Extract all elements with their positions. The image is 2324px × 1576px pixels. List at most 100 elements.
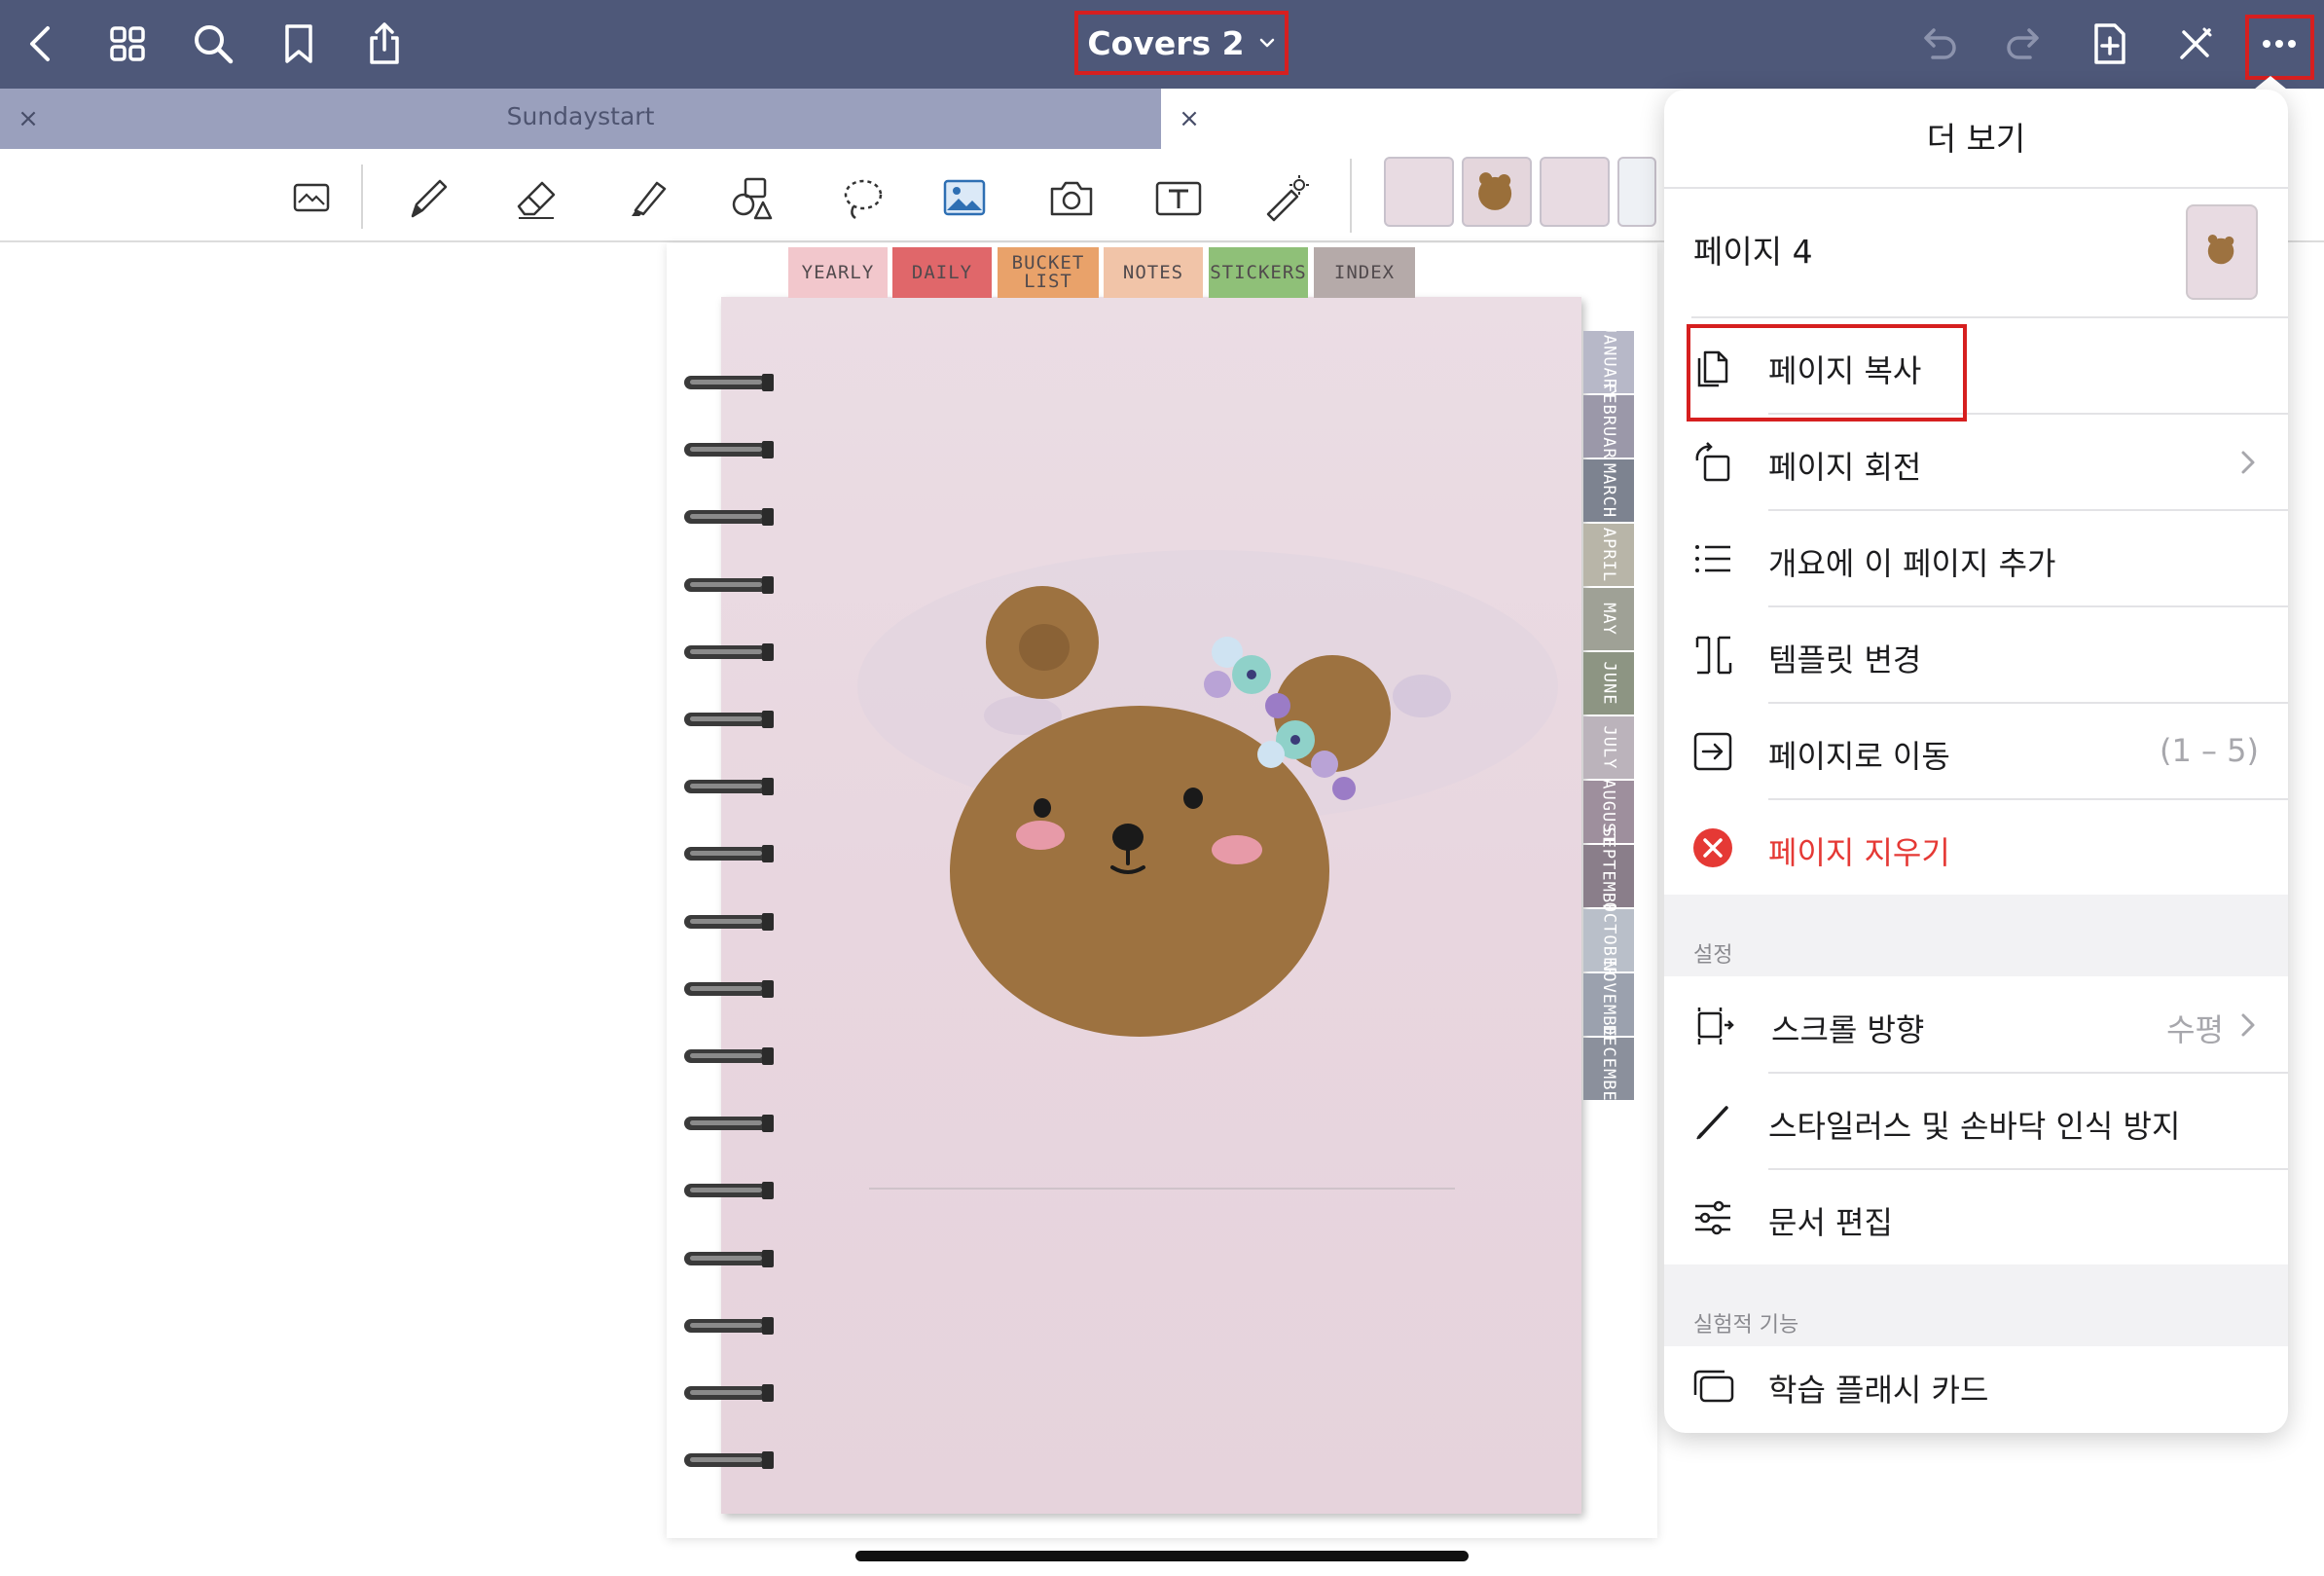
undo-icon[interactable] <box>1908 14 1969 74</box>
month-label: DECEMBER <box>1599 1025 1619 1113</box>
tab-september[interactable]: SEPTEMBER <box>1583 826 1634 926</box>
spiral-ring <box>684 1451 774 1470</box>
tab-label: YEARLY <box>801 261 875 283</box>
scroll-direction-item[interactable]: 스크롤 방향 수평 <box>1664 976 2288 1072</box>
close-tools-icon[interactable] <box>2165 14 2226 74</box>
toolbar-divider <box>1350 159 1352 233</box>
spiral-ring <box>684 642 774 661</box>
grid-icon[interactable] <box>97 14 158 74</box>
top-navigation-bar: Covers 2 <box>0 0 2324 89</box>
tab-stickers[interactable]: STICKERS <box>1209 247 1308 298</box>
highlighter-icon[interactable] <box>615 168 675 229</box>
item-label: 스타일러스 및 손바닥 인식 방지 <box>1768 1108 2181 1145</box>
bookmark-icon[interactable] <box>269 14 329 74</box>
image-icon[interactable] <box>934 168 995 229</box>
month-label: FEBRUARY <box>1599 383 1619 470</box>
flashcards-icon <box>1693 1370 1734 1403</box>
tab-label: Sundaystart <box>506 102 655 130</box>
go-to-page-item[interactable]: 페이지로 이동 (1 – 5) <box>1664 703 2288 798</box>
item-label: 페이지 지우기 <box>1768 834 1950 871</box>
scroll-direction-icon <box>1697 1008 1734 1045</box>
pen-icon[interactable] <box>398 168 458 229</box>
eraser-icon[interactable] <box>506 168 566 229</box>
rotate-page-icon <box>1695 442 1730 482</box>
chevron-right-icon <box>2241 1013 2255 1037</box>
stylus-palm-rejection-item[interactable]: 스타일러스 및 손바닥 인식 방지 <box>1664 1073 2288 1168</box>
item-label: 페이지로 이동 <box>1768 738 1950 775</box>
flashcards-item[interactable]: 학습 플래시 카드 <box>1664 1337 2288 1432</box>
recent-sticker-thumb[interactable] <box>1462 157 1532 227</box>
chevron-down-icon <box>1259 38 1274 48</box>
month-label: APRIL <box>1599 527 1618 583</box>
spiral-ring <box>684 1249 774 1267</box>
tab-sundaystart[interactable]: × Sundaystart <box>0 89 1161 149</box>
section-header: 실험적 기능 <box>1693 1313 1799 1338</box>
outline-icon <box>1695 545 1730 572</box>
back-icon[interactable] <box>12 14 72 74</box>
tab-june[interactable]: JUNE <box>1583 652 1634 715</box>
month-label: MAY <box>1599 603 1618 636</box>
share-icon[interactable] <box>354 14 415 74</box>
settings-section: 설정 <box>1664 895 2288 976</box>
go-to-page-icon <box>1693 732 1732 771</box>
delete-page-item[interactable]: 페이지 지우기 <box>1664 799 2288 895</box>
spiral-ring <box>684 374 774 391</box>
document-title-button[interactable]: Covers 2 <box>1074 11 1289 75</box>
delete-page-icon <box>1693 828 1732 867</box>
app-root: { "topbar": { "title": "Covers 2", "icon… <box>0 0 2324 1576</box>
tab-bucket-list[interactable]: BUCKET LIST <box>998 247 1099 298</box>
more-button-highlight <box>2245 15 2314 80</box>
item-label: 페이지 회전 <box>1768 449 1922 486</box>
section-header: 설정 <box>1693 943 1733 968</box>
spiral-ring <box>684 1047 774 1065</box>
item-label: 템플릿 변경 <box>1768 641 1922 678</box>
tab-may[interactable]: MAY <box>1583 588 1634 650</box>
spiral-ring <box>684 575 774 594</box>
spiral-ring <box>684 1115 774 1133</box>
spiral-ring <box>684 778 774 796</box>
lasso-icon[interactable] <box>831 168 891 229</box>
current-page-thumbnail <box>2186 204 2258 300</box>
tab-daily[interactable]: DAILY <box>892 247 992 298</box>
popover-title: 더 보기 <box>1926 120 2026 158</box>
template-icon <box>1695 636 1732 675</box>
page-range: (1 – 5) <box>2159 732 2259 769</box>
spiral-ring <box>684 979 774 998</box>
read-only-mode-icon[interactable] <box>282 168 343 229</box>
add-page-icon[interactable] <box>2080 14 2140 74</box>
home-indicator[interactable] <box>855 1551 1469 1561</box>
toolbar-divider <box>361 165 363 229</box>
recent-sticker-thumb[interactable] <box>1384 157 1454 227</box>
edit-document-icon <box>1695 1200 1730 1235</box>
rotate-page-item[interactable]: 페이지 회전 <box>1664 414 2288 509</box>
change-template-item[interactable]: 템플릿 변경 <box>1664 606 2288 702</box>
edit-document-item[interactable]: 문서 편집 <box>1664 1169 2288 1264</box>
spiral-ring <box>684 1384 774 1402</box>
laser-pointer-icon[interactable] <box>1255 168 1316 229</box>
tab-april[interactable]: APRIL <box>1583 524 1634 586</box>
tab-label: DAILY <box>911 261 973 283</box>
item-label: 문서 편집 <box>1768 1204 1893 1241</box>
tab-notes[interactable]: NOTES <box>1104 247 1203 298</box>
search-icon[interactable] <box>183 14 243 74</box>
tab-march[interactable]: MARCH <box>1583 459 1634 522</box>
camera-icon[interactable] <box>1041 168 1102 229</box>
tab-february[interactable]: FEBRUARY <box>1583 383 1634 470</box>
tab-december[interactable]: DECEMBER <box>1583 1025 1634 1113</box>
spiral-ring <box>684 1182 774 1200</box>
add-to-outline-item[interactable]: 개요에 이 페이지 추가 <box>1664 510 2288 605</box>
redo-icon[interactable] <box>1994 14 2054 74</box>
tab-july[interactable]: JULY <box>1583 716 1634 779</box>
recent-sticker-thumb[interactable] <box>1540 157 1610 227</box>
shapes-icon[interactable] <box>723 168 783 229</box>
tab-index[interactable]: INDEX <box>1314 247 1415 298</box>
tab-yearly[interactable]: YEARLY <box>788 247 888 298</box>
divider <box>1664 187 2288 189</box>
recent-sticker-thumb[interactable] <box>1617 157 1656 227</box>
month-label: JUNE <box>1598 661 1618 706</box>
text-box-icon[interactable] <box>1148 168 1209 229</box>
spiral-ring <box>684 1316 774 1335</box>
close-icon[interactable]: × <box>1173 102 1206 135</box>
experimental-section: 실험적 기능 <box>1664 1264 2288 1346</box>
bear-illustration <box>857 550 1558 1037</box>
